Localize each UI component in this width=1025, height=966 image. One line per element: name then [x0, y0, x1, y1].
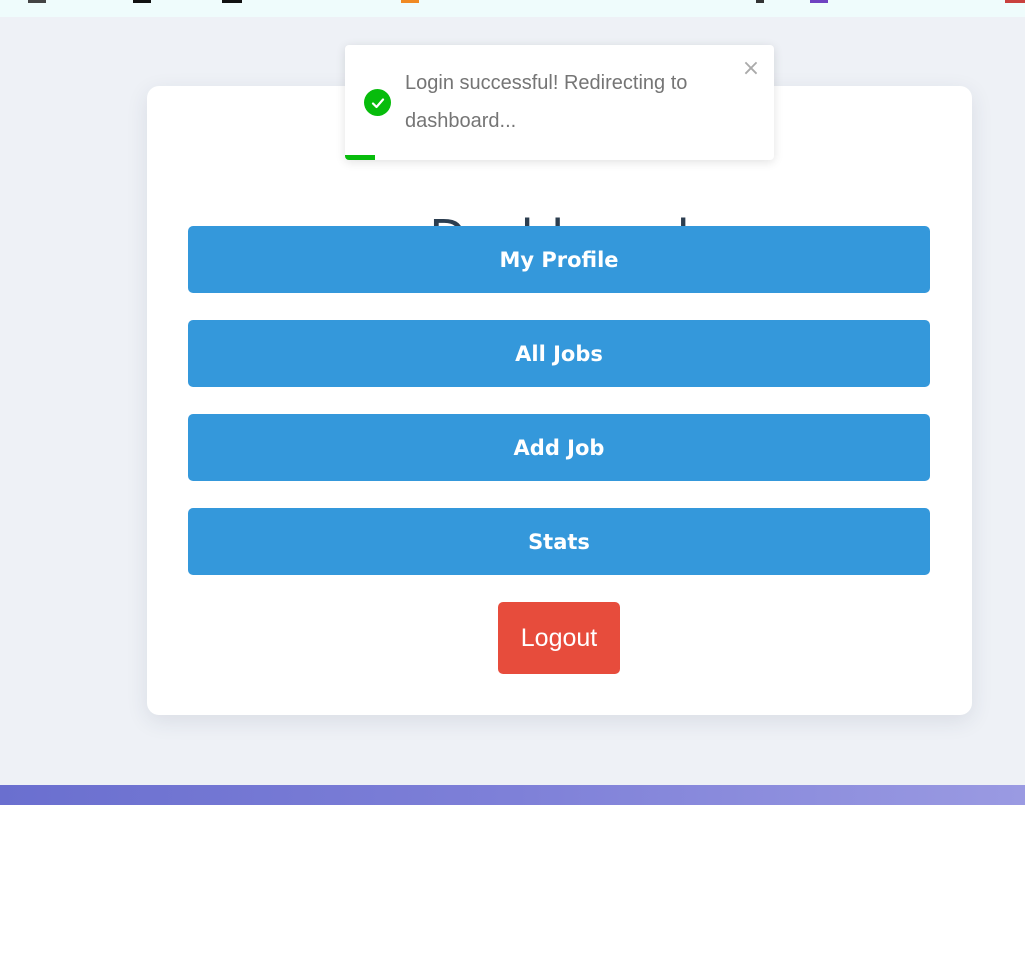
check-circle-icon: [364, 89, 391, 116]
my-profile-button[interactable]: My Profile: [188, 226, 930, 293]
footer-gradient-bar: [0, 785, 1025, 805]
toast-message: Login successful! Redirecting to dashboa…: [405, 72, 688, 132]
browser-top-strip: [0, 0, 1025, 17]
logout-button[interactable]: Logout: [498, 602, 620, 674]
add-job-button[interactable]: Add Job: [188, 414, 930, 481]
strip-icon: [810, 0, 828, 3]
strip-icon: [1005, 0, 1025, 3]
dashboard-card: Dashboard My Profile All Jobs Add Job St…: [147, 86, 972, 715]
strip-icon: [133, 0, 151, 3]
close-icon[interactable]: ×: [740, 58, 762, 80]
success-toast: Login successful! Redirecting to dashboa…: [345, 45, 774, 160]
strip-icon: [222, 0, 242, 3]
strip-icon: [756, 0, 764, 3]
all-jobs-button[interactable]: All Jobs: [188, 320, 930, 387]
stats-button[interactable]: Stats: [188, 508, 930, 575]
strip-icon: [28, 0, 46, 3]
strip-icon: [401, 0, 419, 3]
toast-progress-bar: [345, 155, 376, 160]
